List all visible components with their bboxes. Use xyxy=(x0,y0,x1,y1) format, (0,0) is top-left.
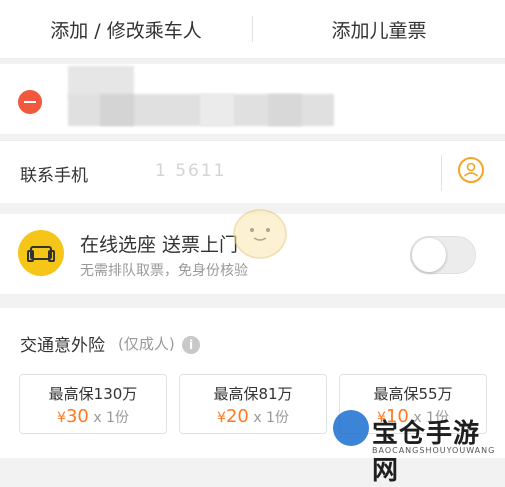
watermark-logo-icon xyxy=(333,410,369,446)
passenger-actions-bar: 添加 / 修改乘车人 添加儿童票 xyxy=(0,0,505,59)
insurance-plan-card[interactable]: 最高保130万 ¥30 x 1份 xyxy=(19,374,167,434)
insurance-note: (仅成人) xyxy=(118,335,175,353)
insurance-plan-title: 最高保130万 xyxy=(48,385,138,403)
insurance-plan-card[interactable]: 最高保81万 ¥20 x 1份 xyxy=(179,374,327,434)
add-child-ticket-button[interactable]: 添加儿童票 xyxy=(253,16,505,43)
insurance-plan-price: ¥30 x 1份 xyxy=(20,406,166,427)
passenger-row xyxy=(0,64,505,134)
currency-symbol: ¥ xyxy=(217,410,226,426)
insurance-plan-title: 最高保81万 xyxy=(213,385,293,403)
price-unit: x 1份 xyxy=(93,410,129,426)
price-value: 30 xyxy=(65,406,89,427)
passenger-info-redacted xyxy=(268,94,302,126)
currency-symbol: ¥ xyxy=(57,410,66,426)
toggle-knob xyxy=(412,238,446,272)
insurance-plan-title: 最高保55万 xyxy=(373,385,453,403)
insurance-plan-price: ¥20 x 1份 xyxy=(180,406,326,427)
passenger-info-redacted xyxy=(200,94,234,126)
contact-divider xyxy=(441,155,442,191)
price-value: 20 xyxy=(225,406,249,427)
info-icon[interactable]: i xyxy=(182,336,200,354)
price-unit: x 1份 xyxy=(253,410,289,426)
contact-phone-label: 联系手机 xyxy=(20,166,88,186)
seat-selection-toggle[interactable] xyxy=(410,236,476,274)
contact-person-icon[interactable] xyxy=(458,157,484,183)
remove-passenger-icon[interactable] xyxy=(18,90,42,114)
watermark-subtext: BAOCANGSHOUYOUWANG xyxy=(372,446,496,455)
seat-selection-title: 在线选座 送票上门 xyxy=(80,234,239,256)
mascot-watermark-icon xyxy=(233,209,287,259)
add-edit-passenger-button[interactable]: 添加 / 修改乘车人 xyxy=(0,16,252,43)
passenger-info-redacted xyxy=(100,94,134,126)
insurance-title: 交通意外险 xyxy=(20,336,105,356)
contact-phone-value[interactable]: 1 5611 xyxy=(155,161,226,181)
sofa-icon xyxy=(18,230,64,276)
